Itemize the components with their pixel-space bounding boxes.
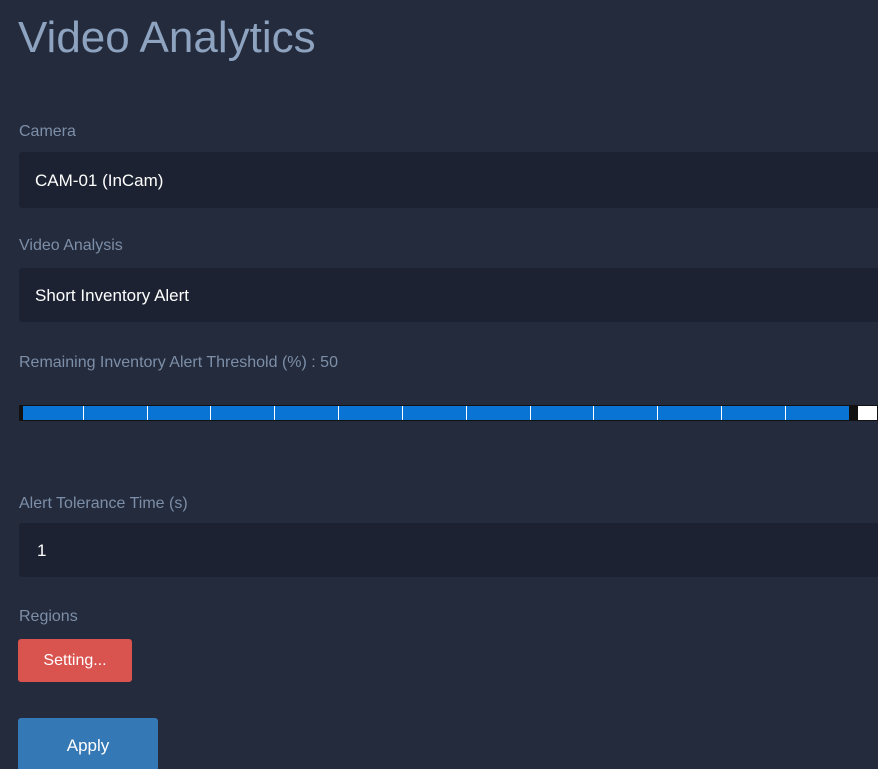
tolerance-input[interactable]: 1	[19, 523, 878, 577]
camera-select-value: CAM-01 (InCam)	[35, 170, 164, 190]
threshold-slider[interactable]	[19, 405, 878, 421]
camera-select[interactable]: CAM-01 (InCam)	[19, 152, 878, 208]
video-analysis-select-value: Short Inventory Alert	[35, 285, 190, 305]
threshold-slider-start	[20, 406, 23, 420]
video-analytics-page: Video Analytics Camera CAM-01 (InCam) Vi…	[0, 0, 878, 769]
page-title: Video Analytics	[18, 13, 316, 62]
threshold-label: Remaining Inventory Alert Threshold (%) …	[19, 354, 338, 371]
regions-setting-button[interactable]: Setting...	[18, 639, 132, 682]
tolerance-input-value: 1	[37, 540, 47, 560]
camera-label: Camera	[19, 123, 76, 140]
threshold-slider-handle[interactable]	[848, 406, 858, 420]
video-analysis-select[interactable]: Short Inventory Alert	[19, 268, 878, 322]
threshold-slider-fill	[20, 406, 849, 420]
regions-label: Regions	[19, 608, 78, 625]
video-analysis-label: Video Analysis	[19, 237, 123, 254]
apply-button[interactable]: Apply	[18, 718, 158, 769]
tolerance-label: Alert Tolerance Time (s)	[19, 495, 188, 512]
